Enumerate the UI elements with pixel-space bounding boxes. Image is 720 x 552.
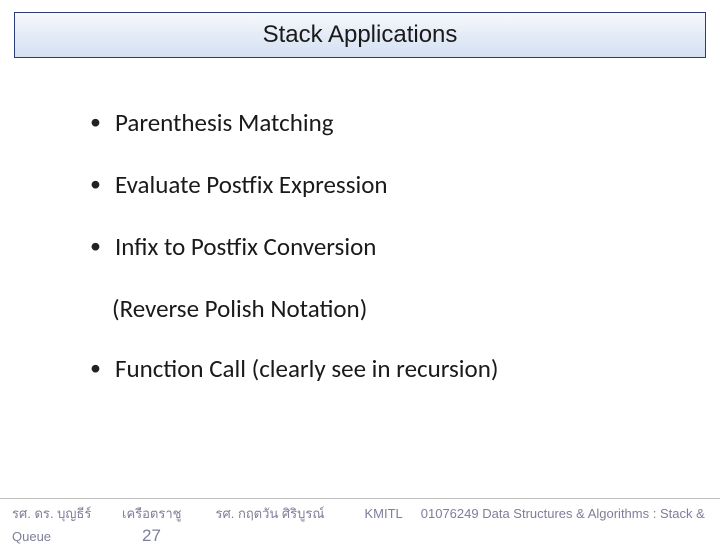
footer-course: 01076249 Data Structures & Algorithms : …	[421, 506, 705, 521]
bullet-dot-icon: •	[90, 354, 101, 382]
title-bar: Stack Applications	[14, 12, 706, 58]
bullet-subitem: (Reverse Polish Notation)	[90, 294, 680, 324]
bullet-item: • Evaluate Postfix Expression	[90, 170, 680, 200]
footer-author1: รศ. ดร. บุญธีร์	[12, 503, 92, 524]
bullet-text: Function Call (clearly see in recursion)	[115, 354, 498, 384]
page-number: 27	[142, 526, 161, 546]
bullet-text: (Reverse Polish Notation)	[112, 294, 367, 324]
footer-queue: Queue	[12, 529, 92, 544]
footer: รศ. ดร. บุญธีร์ เครือตราชู รศ. กฤตวัน ศิ…	[0, 498, 720, 552]
bullet-text: Infix to Postfix Conversion	[115, 232, 376, 262]
slide-title: Stack Applications	[263, 21, 458, 49]
bullet-dot-icon: •	[90, 170, 101, 198]
content-area: • Parenthesis Matching • Evaluate Postfi…	[0, 58, 720, 384]
bullet-dot-icon: •	[90, 108, 101, 136]
footer-author3: รศ. กฤตวัน ศิริบูรณ์	[215, 503, 324, 524]
footer-top-row: รศ. ดร. บุญธีร์ เครือตราชู รศ. กฤตวัน ศิ…	[12, 503, 708, 524]
bullet-item: • Infix to Postfix Conversion	[90, 232, 680, 262]
bullet-dot-icon: •	[90, 232, 101, 260]
bullet-item: • Function Call (clearly see in recursio…	[90, 354, 680, 384]
bullet-text: Evaluate Postfix Expression	[115, 170, 388, 200]
footer-bottom-row: Queue 27	[12, 526, 708, 546]
bullet-text: Parenthesis Matching	[115, 108, 334, 138]
footer-institution: KMITL	[364, 506, 402, 521]
bullet-item: • Parenthesis Matching	[90, 108, 680, 138]
footer-author2: เครือตราชู	[122, 503, 181, 524]
